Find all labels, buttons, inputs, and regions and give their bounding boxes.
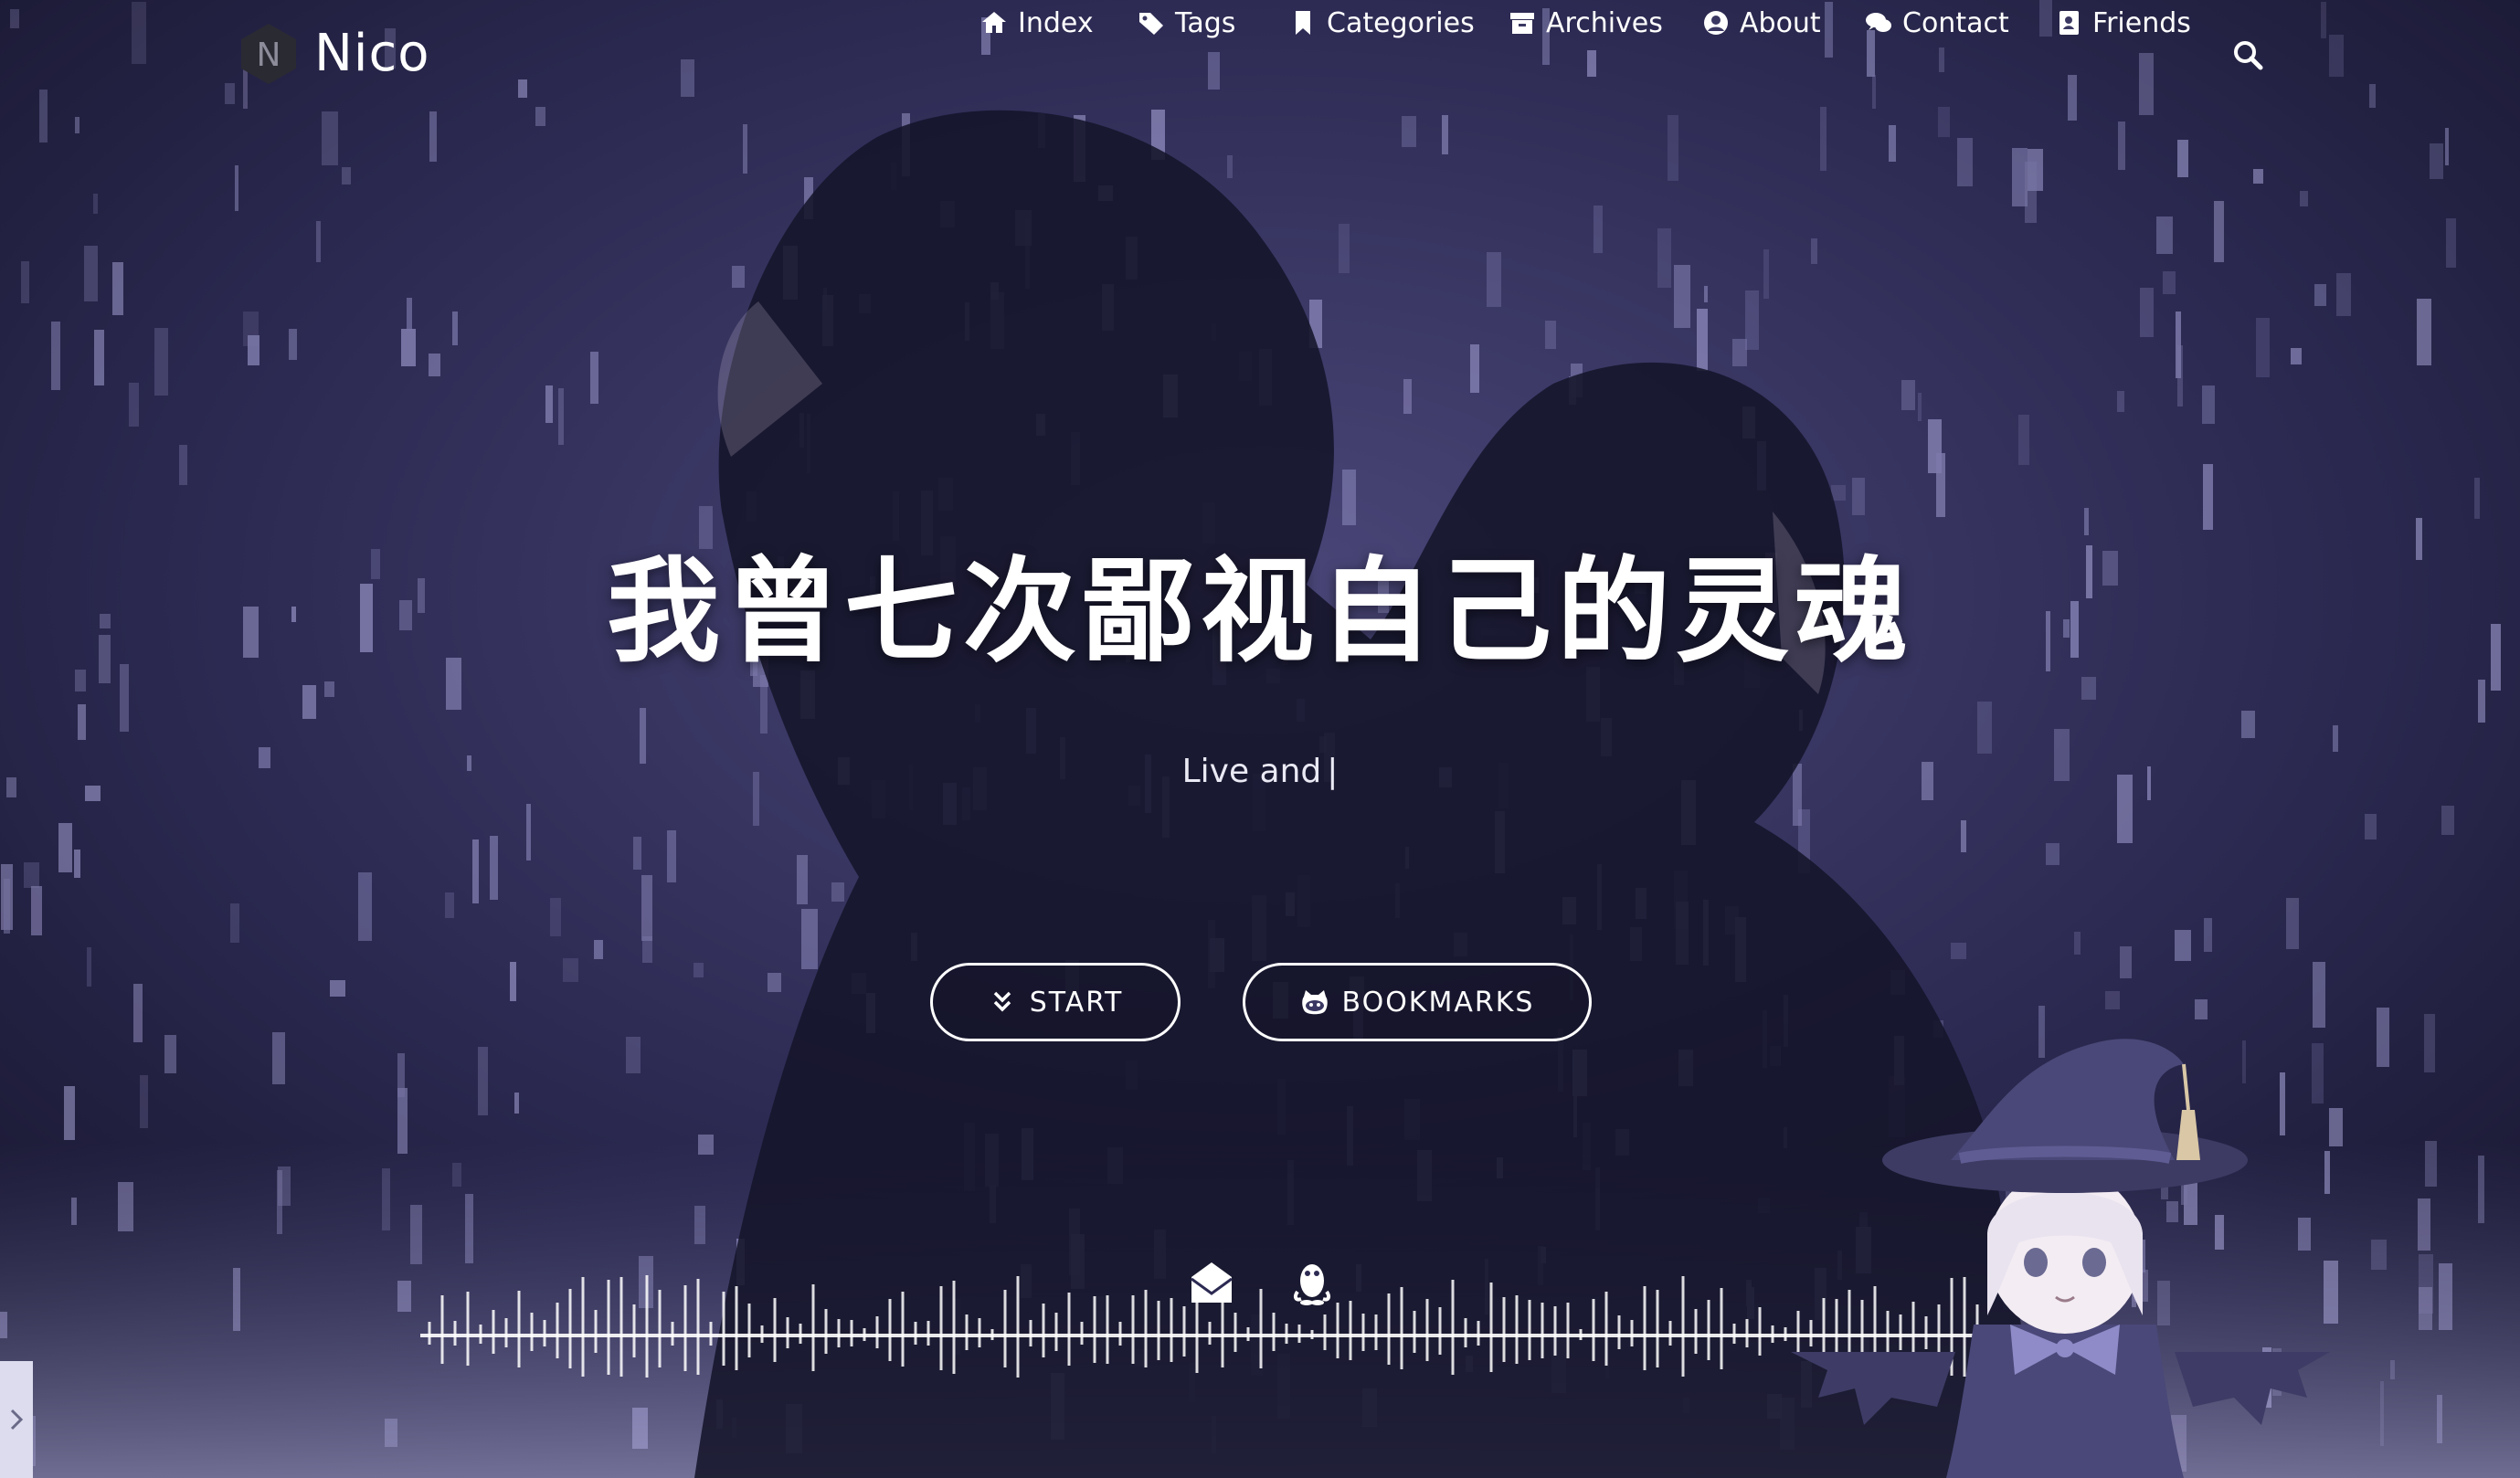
nav-item-contact[interactable]: Contact bbox=[1864, 0, 2009, 46]
start-label: START bbox=[1029, 986, 1124, 1019]
nav-item-categories[interactable]: Categories bbox=[1288, 0, 1475, 46]
github-cat-icon bbox=[1301, 990, 1328, 1015]
nav-label-tags: Tags bbox=[1175, 6, 1236, 39]
nav-label-friends: Friends bbox=[2092, 6, 2191, 39]
nav-label-about: About bbox=[1740, 6, 1821, 39]
chevron-right-icon bbox=[10, 1409, 24, 1430]
sidebar-toggle[interactable] bbox=[0, 1361, 33, 1478]
nav-label-categories: Categories bbox=[1327, 6, 1475, 39]
nav-item-tags[interactable]: Tags bbox=[1137, 0, 1235, 46]
user-circle-icon bbox=[1704, 11, 1728, 35]
site-name: Nico bbox=[314, 24, 430, 83]
address-book-icon bbox=[2059, 11, 2079, 35]
bookmark-icon bbox=[1296, 11, 1310, 35]
qq-penguin-icon[interactable] bbox=[1288, 1259, 1336, 1308]
nav-label-index: Index bbox=[1018, 6, 1094, 39]
nav-item-friends[interactable]: Friends bbox=[2054, 0, 2191, 46]
site-brand[interactable]: N Nico bbox=[239, 22, 430, 86]
nav-item-archives[interactable]: Archives bbox=[1508, 0, 1663, 46]
svg-text:N: N bbox=[257, 37, 281, 74]
typed-text: Live and bbox=[1181, 753, 1322, 790]
typing-cursor: | bbox=[1327, 753, 1339, 790]
live2d-mascot[interactable] bbox=[1791, 1023, 2339, 1478]
search-icon[interactable] bbox=[2231, 38, 2264, 71]
nav-item-index[interactable]: Index bbox=[979, 0, 1094, 46]
double-chevron-down-icon bbox=[993, 991, 1011, 1012]
nav-label-archives: Archives bbox=[1546, 6, 1663, 39]
hero-subtitle: Live and | bbox=[0, 749, 2520, 795]
nav-item-about[interactable]: About bbox=[1701, 0, 1821, 46]
comments-icon bbox=[1866, 13, 1891, 32]
bookmarks-label: BOOKMARKS bbox=[1341, 986, 1535, 1019]
site-logo-icon: N bbox=[241, 24, 296, 84]
bookmarks-button[interactable]: BOOKMARKS bbox=[1243, 963, 1592, 1041]
home-icon bbox=[982, 12, 1006, 33]
archive-icon bbox=[1510, 13, 1534, 34]
nav-label-contact: Contact bbox=[1902, 6, 2009, 39]
start-button[interactable]: START bbox=[930, 963, 1181, 1041]
tags-icon bbox=[1139, 13, 1163, 35]
mail-icon[interactable] bbox=[1188, 1259, 1235, 1308]
hero-title: 我曾七次鄙视自己的灵魂 bbox=[606, 546, 1913, 678]
